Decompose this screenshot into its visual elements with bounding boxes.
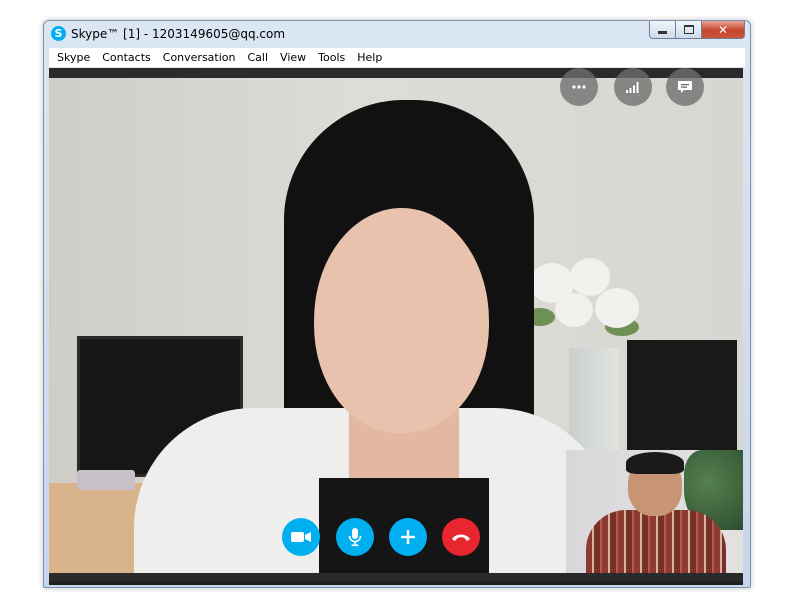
background-keyboard bbox=[77, 470, 135, 490]
maximize-icon bbox=[683, 25, 694, 34]
menu-skype[interactable]: Skype bbox=[51, 48, 96, 67]
skype-window: S Skype™ [1] - 1203149605@qq.com ✕ Skype… bbox=[43, 20, 751, 588]
more-options-button[interactable] bbox=[560, 68, 598, 106]
mute-toggle-button[interactable] bbox=[336, 518, 374, 556]
hang-up-icon bbox=[452, 534, 470, 541]
plus-icon bbox=[401, 530, 415, 544]
flower-shape bbox=[595, 288, 639, 328]
person-face bbox=[314, 208, 489, 433]
title-bar[interactable]: S Skype™ [1] - 1203149605@qq.com ✕ bbox=[44, 21, 750, 47]
menu-call[interactable]: Call bbox=[242, 48, 275, 67]
chat-bubble-icon bbox=[678, 81, 692, 93]
minimize-icon bbox=[658, 31, 667, 34]
window-title: Skype™ [1] - 1203149605@qq.com bbox=[71, 27, 286, 41]
close-icon: ✕ bbox=[717, 22, 729, 37]
add-participant-button[interactable] bbox=[389, 518, 427, 556]
window-controls: ✕ bbox=[649, 21, 745, 39]
end-call-button[interactable] bbox=[442, 518, 480, 556]
flower-shape bbox=[555, 293, 593, 327]
background-monitor-right bbox=[627, 340, 737, 460]
maximize-button[interactable] bbox=[675, 21, 702, 39]
menu-bar: Skype Contacts Conversation Call View To… bbox=[49, 48, 745, 68]
background-flowers bbox=[525, 258, 645, 348]
call-quality-button[interactable] bbox=[614, 68, 652, 106]
video-camera-icon bbox=[291, 532, 311, 542]
close-button[interactable]: ✕ bbox=[701, 21, 745, 39]
video-toggle-button[interactable] bbox=[282, 518, 320, 556]
menu-view[interactable]: View bbox=[274, 48, 312, 67]
show-chat-button[interactable] bbox=[666, 68, 704, 106]
signal-bars-icon bbox=[626, 82, 639, 93]
ellipsis-icon bbox=[572, 85, 586, 89]
menu-tools[interactable]: Tools bbox=[312, 48, 351, 67]
call-view bbox=[49, 68, 743, 581]
self-video-preview[interactable] bbox=[566, 450, 743, 573]
skype-logo-icon: S bbox=[51, 26, 66, 41]
microphone-icon bbox=[348, 528, 362, 547]
menu-conversation[interactable]: Conversation bbox=[157, 48, 242, 67]
self-view-shirt bbox=[586, 510, 726, 573]
menu-contacts[interactable]: Contacts bbox=[96, 48, 157, 67]
window-bottom-edge bbox=[49, 581, 743, 585]
self-view-hair bbox=[626, 452, 684, 474]
minimize-button[interactable] bbox=[649, 21, 676, 39]
menu-help[interactable]: Help bbox=[351, 48, 388, 67]
